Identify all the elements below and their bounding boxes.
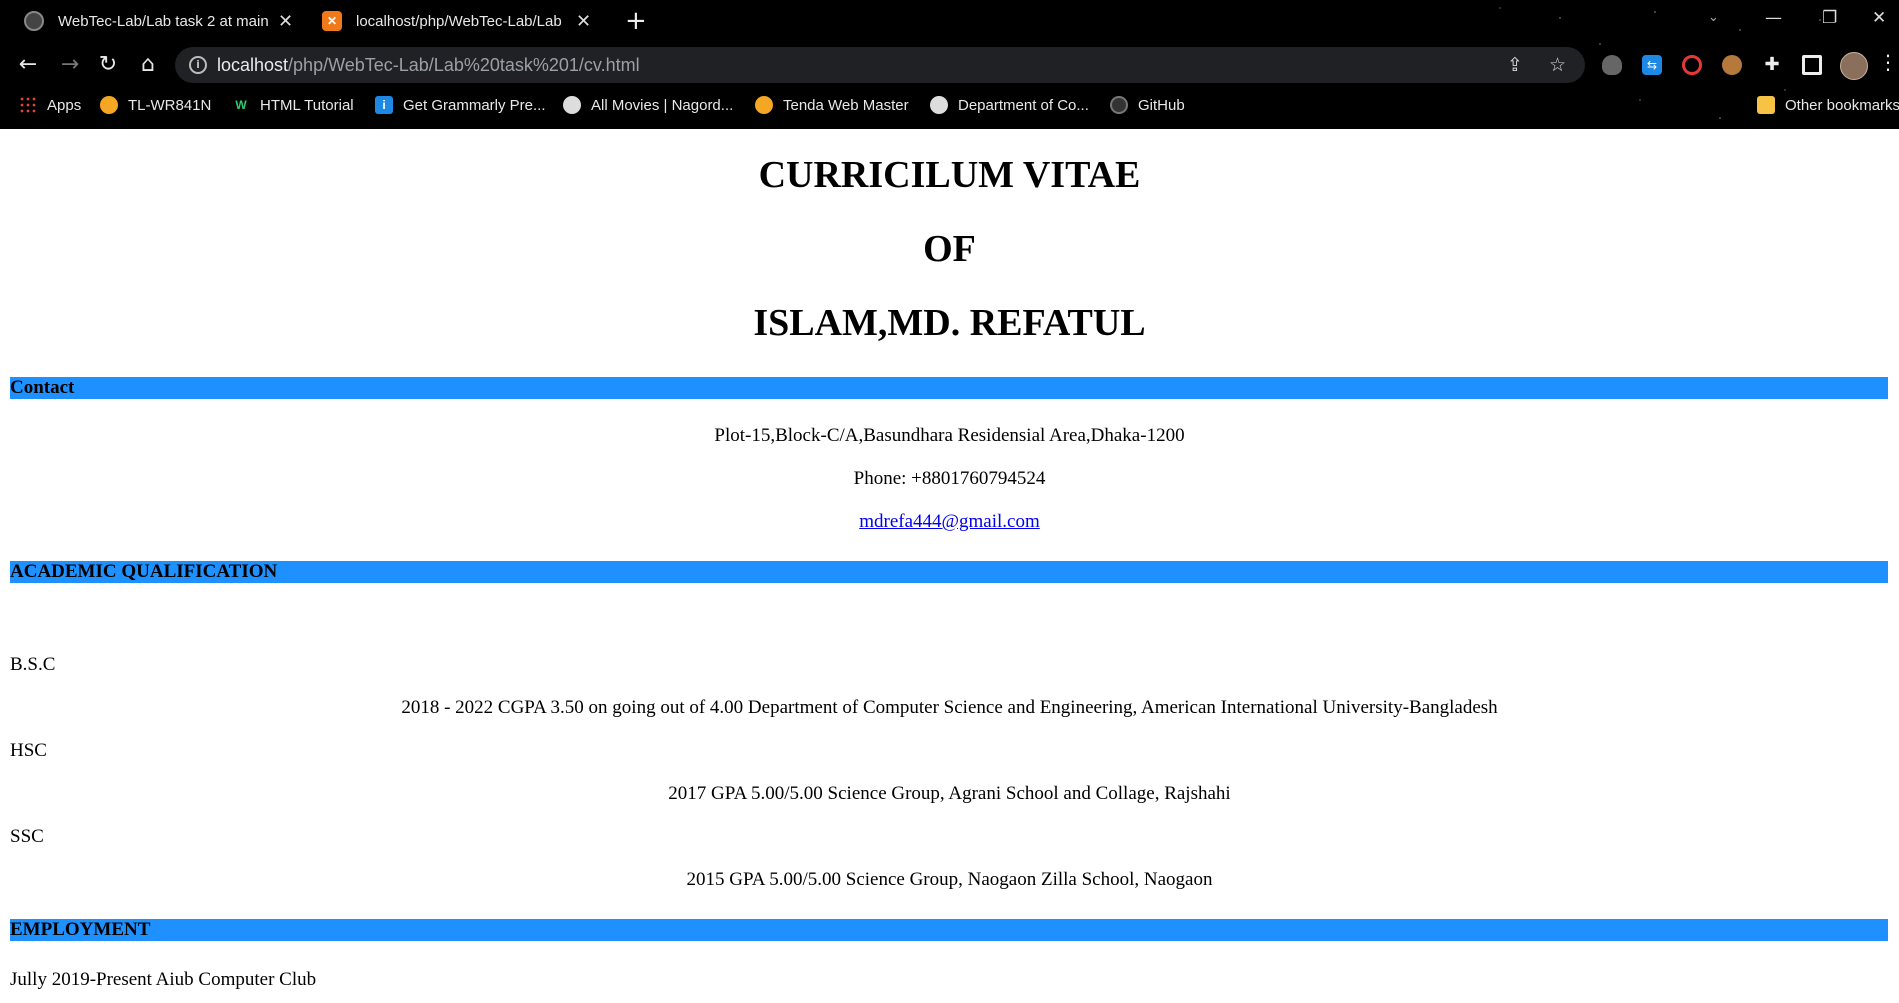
- bookmark-html-tutorial[interactable]: W HTML Tutorial: [232, 96, 353, 114]
- address-bar[interactable]: i localhost/php/WebTec-Lab/Lab%20task%20…: [175, 47, 1585, 83]
- grammarly-extension-icon[interactable]: [1682, 55, 1702, 75]
- share-icon[interactable]: ⇪: [1507, 54, 1523, 76]
- degree-ssc: SSC: [10, 826, 44, 847]
- bookmark-apps[interactable]: Apps: [19, 96, 81, 114]
- bookmark-department[interactable]: Department of Co...: [930, 96, 1089, 114]
- menu-icon[interactable]: ⋮: [1878, 50, 1898, 74]
- apps-grid-icon: [19, 96, 37, 114]
- back-icon[interactable]: ←: [14, 51, 42, 79]
- section-employment: EMPLOYMENT: [10, 919, 1888, 941]
- minimize-icon[interactable]: —: [1765, 8, 1782, 28]
- contact-phone: Phone: +8801760794524: [853, 468, 1046, 489]
- site-info-icon[interactable]: i: [189, 56, 207, 74]
- toolbar: ← → ↻ ⌂ i localhost/php/WebTec-Lab/Lab%2…: [0, 42, 1899, 88]
- extensions-puzzle-icon[interactable]: ✚: [1762, 55, 1782, 75]
- contact-email-wrap: mdrefa444@gmail.com: [0, 511, 1899, 533]
- xampp-icon: ✕: [322, 11, 342, 31]
- tab-search-icon[interactable]: ⌄: [1708, 10, 1719, 25]
- tab-strip: WebTec-Lab/Lab task 2 at main · ✕ ✕ loca…: [0, 0, 1899, 42]
- w3schools-icon: W: [235, 98, 247, 112]
- email-link[interactable]: mdrefa444@gmail.com: [859, 511, 1040, 532]
- tab-title: WebTec-Lab/Lab task 2 at main ·: [58, 12, 268, 30]
- folder-icon: [1757, 96, 1775, 114]
- section-contact: Contact: [10, 377, 1888, 399]
- new-tab-button[interactable]: +: [625, 6, 647, 36]
- cv-heading-of: OF: [923, 228, 976, 270]
- restore-icon[interactable]: ❐: [1822, 8, 1837, 28]
- side-panel-icon[interactable]: [1802, 55, 1822, 75]
- degree-bsc-detail: 2018 - 2022 CGPA 3.50 on going out of 4.…: [401, 697, 1498, 718]
- browser-chrome: WebTec-Lab/Lab task 2 at main · ✕ ✕ loca…: [0, 0, 1899, 129]
- contact-address: Plot-15,Block-C/A,Basundhara Residensial…: [714, 425, 1185, 446]
- bookmark-grammarly[interactable]: i Get Grammarly Pre...: [375, 96, 546, 114]
- globe-icon: [930, 96, 948, 114]
- grammarly-icon: i: [375, 96, 393, 114]
- bookmark-tl-wr841n[interactable]: TL-WR841N: [100, 96, 211, 114]
- cv-heading-name: ISLAM,MD. REFATUL: [753, 302, 1146, 344]
- github-icon: [1110, 96, 1128, 114]
- bookmark-tenda[interactable]: Tenda Web Master: [755, 96, 909, 114]
- bookmark-all-movies[interactable]: All Movies | Nagord...: [563, 96, 733, 114]
- translate-extension-icon[interactable]: ⇆: [1642, 55, 1662, 75]
- shield-extension-icon[interactable]: [1602, 55, 1622, 75]
- profile-avatar[interactable]: [1840, 52, 1868, 80]
- tab-title: localhost/php/WebTec-Lab/Lab task: [356, 12, 566, 30]
- section-academic: ACADEMIC QUALIFICATION: [10, 561, 1888, 583]
- bookmarks-bar: Apps TL-WR841N W HTML Tutorial i Get Gra…: [0, 92, 1899, 122]
- reload-icon[interactable]: ↻: [94, 51, 122, 79]
- close-window-icon[interactable]: ✕: [1872, 8, 1886, 28]
- degree-hsc: HSC: [10, 740, 47, 761]
- bookmark-other[interactable]: Other bookmarks: [1757, 96, 1899, 114]
- cookie-extension-icon[interactable]: [1722, 55, 1742, 75]
- forward-icon[interactable]: →: [56, 51, 84, 79]
- tab-github[interactable]: WebTec-Lab/Lab task 2 at main · ✕: [14, 6, 304, 36]
- degree-hsc-detail: 2017 GPA 5.00/5.00 Science Group, Agrani…: [668, 783, 1231, 804]
- cv-heading: CURRICILUM VITAE: [758, 154, 1141, 196]
- bookmark-star-icon[interactable]: ☆: [1549, 54, 1566, 76]
- degree-bsc: B.S.C: [10, 654, 56, 675]
- close-icon[interactable]: ✕: [278, 11, 293, 32]
- bookmark-github[interactable]: GitHub: [1110, 96, 1185, 114]
- router-icon: [755, 96, 773, 114]
- url-text[interactable]: localhost/php/WebTec-Lab/Lab%20task%201/…: [217, 55, 640, 76]
- globe-icon: [563, 96, 581, 114]
- router-icon: [100, 96, 118, 114]
- employment-item: Jully 2019-Present Aiub Computer Club: [10, 969, 317, 990]
- home-icon[interactable]: ⌂: [134, 51, 162, 79]
- degree-ssc-detail: 2015 GPA 5.00/5.00 Science Group, Naogao…: [686, 869, 1213, 890]
- github-icon: [24, 11, 44, 31]
- tab-localhost[interactable]: ✕ localhost/php/WebTec-Lab/Lab task ✕: [312, 6, 602, 36]
- close-icon[interactable]: ✕: [576, 11, 591, 32]
